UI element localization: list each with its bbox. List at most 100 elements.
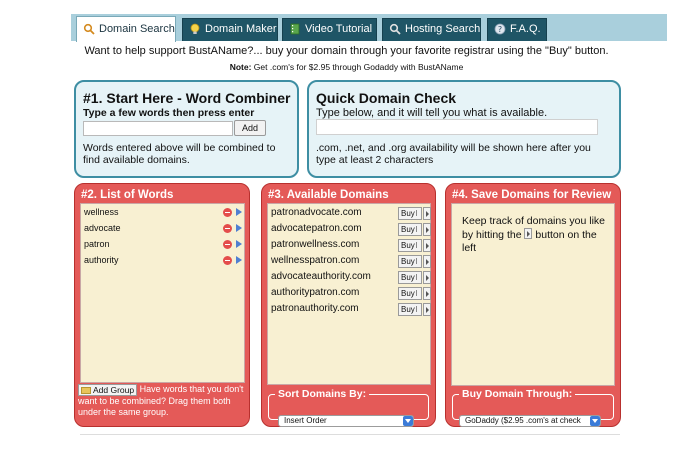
buy-label: Buy <box>401 209 415 218</box>
divider <box>80 434 620 435</box>
quick-check-subtitle: Type below, and it will tell you what is… <box>316 107 548 119</box>
dropdown-icon <box>416 274 420 280</box>
buy-label: Buy <box>401 273 415 282</box>
remove-icon[interactable] <box>223 256 232 265</box>
tab-label: Domain Maker <box>205 23 277 35</box>
save-domain-button[interactable] <box>423 223 431 236</box>
tab-hosting-search[interactable]: Hosting Search <box>382 18 481 41</box>
arrow-right-icon[interactable] <box>236 240 242 248</box>
list-item: authority <box>84 255 119 265</box>
buy-button[interactable]: Buy <box>398 207 422 220</box>
buy-label: Buy <box>401 289 415 298</box>
quick-check-description: .com, .net, and .org availability will b… <box>316 142 591 166</box>
word-combiner-panel: #1. Start Here - Word Combiner Type a fe… <box>74 80 299 178</box>
note-message: Note: Get .com's for $2.95 through Godad… <box>0 62 693 72</box>
save-domain-button[interactable] <box>423 303 431 316</box>
save-domains-panel: #4. Save Domains for Review Keep track o… <box>445 183 621 427</box>
saved-domains-list: Keep track of domains you like by hittin… <box>451 203 615 386</box>
buy-button[interactable]: Buy <box>398 223 422 236</box>
domain-list: patronadvocate.com Buy advocatepatron.co… <box>267 203 431 385</box>
registrar-select[interactable]: GoDaddy ($2.95 .com's at check <box>459 415 601 427</box>
help-icon: ? <box>494 23 506 35</box>
remove-icon[interactable] <box>223 240 232 249</box>
remove-icon[interactable] <box>223 208 232 217</box>
buy-button[interactable]: Buy <box>398 303 422 316</box>
note-text: Get .com's for $2.95 through Godaddy wit… <box>251 62 464 72</box>
save-domain-button[interactable] <box>423 271 431 284</box>
sort-order-value: Insert Order <box>284 416 327 425</box>
buy-through-fieldset: Buy Domain Through: GoDaddy ($2.95 .com'… <box>452 388 614 427</box>
svg-text:?: ? <box>498 25 502 34</box>
tab-video-tutorial[interactable]: Video Tutorial <box>282 18 377 41</box>
film-icon <box>290 23 300 35</box>
note-label: Note: <box>229 62 252 72</box>
chevron-down-icon <box>403 416 413 426</box>
magnifier-icon <box>389 23 401 35</box>
buy-button[interactable]: Buy <box>398 255 422 268</box>
buy-button[interactable]: Buy <box>398 271 422 284</box>
registrar-value: GoDaddy ($2.95 .com's at check <box>465 416 581 425</box>
tab-domain-maker[interactable]: Domain Maker <box>182 18 278 41</box>
buy-button[interactable]: Buy <box>398 287 422 300</box>
sort-domains-legend: Sort Domains By: <box>278 388 367 400</box>
available-domains-panel: #3. Available Domains patronadvocate.com… <box>261 183 436 427</box>
dropdown-icon <box>416 290 420 296</box>
domain-item: patronauthority.com <box>271 303 359 314</box>
domain-item: advocateauthority.com <box>271 271 371 282</box>
domain-item: patronadvocate.com <box>271 207 362 218</box>
tab-faq[interactable]: ? F.A.Q. <box>487 18 547 41</box>
sort-domains-fieldset: Sort Domains By: Insert Order <box>268 388 429 427</box>
tab-label: Video Tutorial <box>305 23 373 35</box>
dropdown-icon <box>416 226 420 232</box>
list-of-words-title: #2. List of Words <box>81 189 174 201</box>
tab-bar: Domain Search Domain Maker Video Tutoria… <box>71 14 667 42</box>
dropdown-icon <box>416 306 420 312</box>
dropdown-icon <box>416 210 420 216</box>
list-item: patron <box>84 239 110 249</box>
domain-item: wellnesspatron.com <box>271 255 360 266</box>
dropdown-icon <box>416 258 420 264</box>
list-item: wellness <box>84 207 119 217</box>
add-word-button[interactable]: Add <box>234 120 266 136</box>
word-combiner-subtitle: Type a few words then press enter <box>83 107 255 119</box>
word-input[interactable] <box>83 121 233 136</box>
arrow-right-icon[interactable] <box>236 224 242 232</box>
tab-label: Hosting Search <box>405 23 481 35</box>
arrow-right-icon[interactable] <box>236 256 242 264</box>
word-combiner-title: #1. Start Here - Word Combiner <box>83 90 291 106</box>
quick-check-title: Quick Domain Check <box>316 90 457 106</box>
save-instructions: Keep track of domains you like by hittin… <box>462 215 612 255</box>
tab-label: Domain Search <box>99 23 175 35</box>
list-of-words-panel: #2. List of Words wellness advocate patr… <box>74 183 250 427</box>
save-domain-button[interactable] <box>423 207 431 220</box>
tab-label: F.A.Q. <box>510 23 541 35</box>
buy-label: Buy <box>401 241 415 250</box>
buy-through-legend: Buy Domain Through: <box>462 388 573 400</box>
tab-domain-search[interactable]: Domain Search <box>76 16 176 42</box>
quick-check-input[interactable] <box>316 119 598 135</box>
support-message: Want to help support BustAName?... buy y… <box>84 45 609 57</box>
group-hint-area: Add Group Have words that you don't want… <box>78 384 248 418</box>
save-domain-button[interactable] <box>423 287 431 300</box>
add-group-label: Add Group <box>93 385 135 395</box>
arrow-right-icon[interactable] <box>236 208 242 216</box>
save-domain-button[interactable] <box>423 239 431 252</box>
chevron-down-icon <box>590 416 600 426</box>
sort-order-select[interactable]: Insert Order <box>278 415 414 427</box>
magnifier-icon <box>83 23 95 35</box>
buy-button[interactable]: Buy <box>398 239 422 252</box>
buy-label: Buy <box>401 257 415 266</box>
domain-item: advocatepatron.com <box>271 223 362 234</box>
word-list: wellness advocate patron authority <box>80 203 245 383</box>
buy-label: Buy <box>401 305 415 314</box>
remove-icon[interactable] <box>223 224 232 233</box>
list-item: advocate <box>84 223 121 233</box>
word-combiner-description: Words entered above will be combined to … <box>83 142 276 166</box>
folder-icon <box>81 387 91 394</box>
buy-label: Buy <box>401 225 415 234</box>
save-arrow-icon <box>524 228 533 239</box>
save-domains-title: #4. Save Domains for Review <box>452 189 612 201</box>
domain-item: patronwellness.com <box>271 239 360 250</box>
save-domain-button[interactable] <box>423 255 431 268</box>
add-group-button[interactable]: Add Group <box>78 384 138 396</box>
